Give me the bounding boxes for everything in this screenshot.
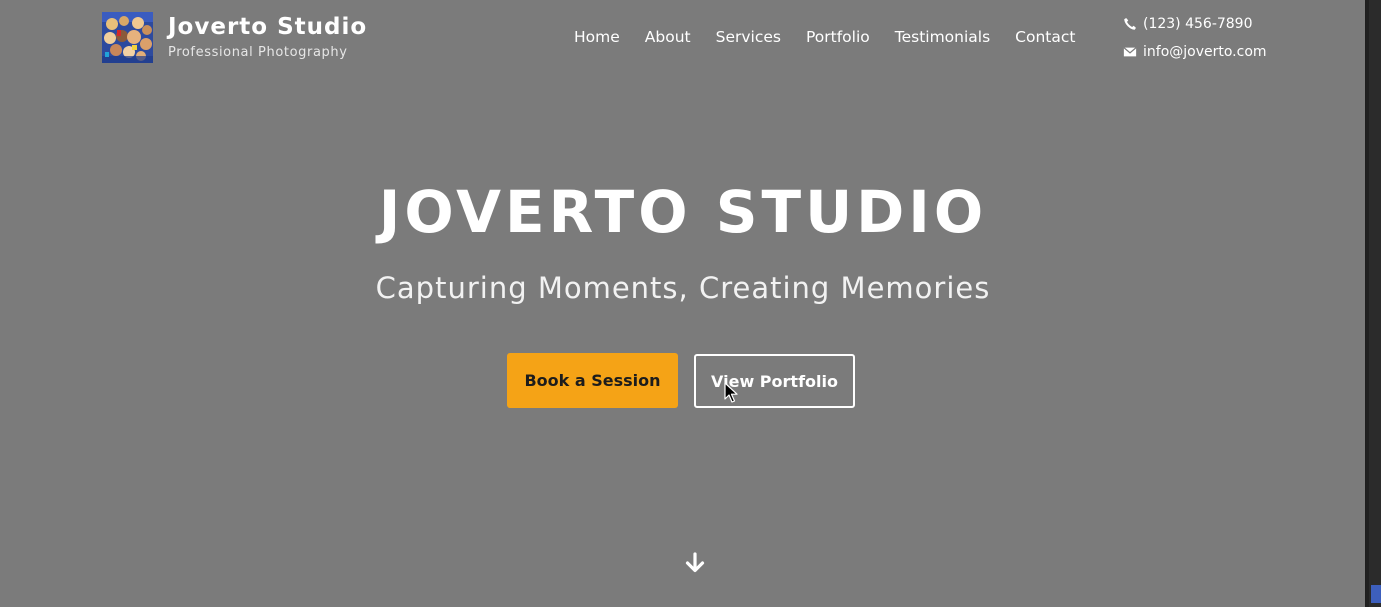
brand-title[interactable]: Joverto Studio: [168, 12, 367, 42]
hero-section: JOVERTO STUDIO Capturing Moments, Creati…: [0, 160, 1366, 308]
hero-subtitle: Capturing Moments, Creating Memories: [375, 271, 991, 305]
logo-image: [102, 12, 153, 63]
hero-title: JOVERTO STUDIO: [378, 178, 988, 246]
scrollbar-thumb[interactable]: [1371, 585, 1381, 603]
view-portfolio-button[interactable]: View Portfolio: [694, 354, 855, 408]
scrollbar-edge: [1366, 0, 1369, 607]
page: Joverto Studio Professional Photography …: [0, 0, 1381, 607]
main-nav: Home About Services Portfolio Testimonia…: [574, 28, 1075, 46]
nav-item-testimonials[interactable]: Testimonials: [895, 28, 990, 46]
nav-item-portfolio[interactable]: Portfolio: [806, 28, 870, 46]
nav-item-contact[interactable]: Contact: [1015, 28, 1075, 46]
phone-number: (123) 456-7890: [1143, 16, 1253, 32]
header-contact: (123) 456-7890 info@joverto.com: [1123, 14, 1267, 62]
arrow-down-icon[interactable]: [683, 551, 707, 575]
nav-item-home[interactable]: Home: [574, 28, 620, 46]
email-address: info@joverto.com: [1143, 44, 1267, 60]
envelope-icon: [1123, 45, 1137, 59]
brand-text: Joverto Studio Professional Photography: [168, 12, 367, 62]
brand-subtitle: Professional Photography: [168, 45, 348, 60]
contact-phone[interactable]: (123) 456-7890: [1123, 14, 1267, 34]
group-photo-logo[interactable]: [102, 12, 153, 63]
hero-cta-row: Book a Session View Portfolio: [507, 353, 855, 408]
book-session-button[interactable]: Book a Session: [507, 353, 678, 408]
nav-item-about[interactable]: About: [645, 28, 691, 46]
nav-item-services[interactable]: Services: [716, 28, 781, 46]
site-header: Joverto Studio Professional Photography …: [0, 0, 1366, 76]
contact-email[interactable]: info@joverto.com: [1123, 42, 1267, 62]
brand[interactable]: Joverto Studio Professional Photography: [102, 12, 367, 63]
page-scrollbar[interactable]: [1365, 0, 1381, 607]
phone-icon: [1123, 17, 1137, 31]
